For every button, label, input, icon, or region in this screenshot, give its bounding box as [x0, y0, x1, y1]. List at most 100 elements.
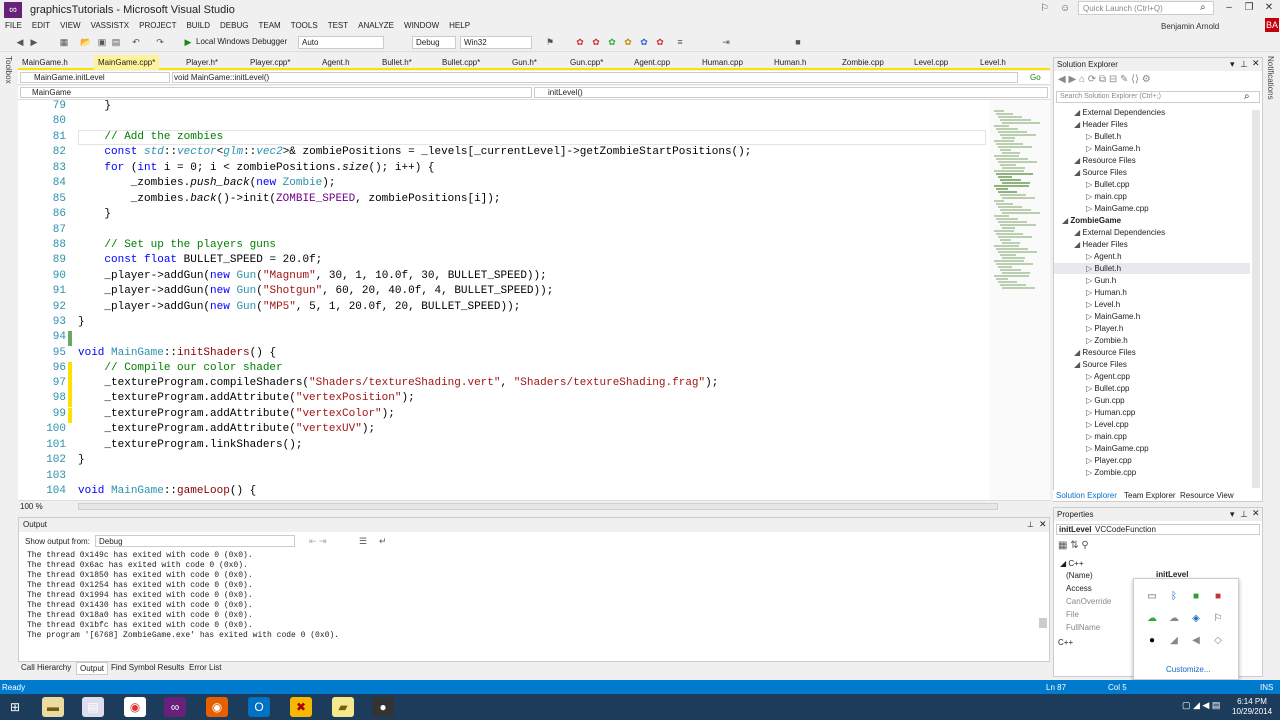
visual-studio-icon[interactable]: ∞ [164, 697, 186, 717]
solution-tree-item[interactable]: ▷ Level.h [1086, 300, 1120, 309]
user-avatar[interactable]: BA [1265, 18, 1279, 32]
solution-search-input[interactable]: Search Solution Explorer (Ctrl+;) [1056, 91, 1260, 103]
tab-gun-h-[interactable]: Gun.h* [508, 55, 541, 70]
member-dropdown[interactable] [534, 87, 1048, 98]
solution-tree-item[interactable]: ▷ Bullet.h [1086, 264, 1121, 273]
solution-config-auto[interactable]: Auto [298, 36, 384, 49]
object-select[interactable]: initLevel VCCodeFunction [1056, 524, 1260, 535]
clock[interactable]: 6:14 PM 10/29/2014 [1232, 697, 1272, 717]
minimize-button[interactable]: – [1222, 2, 1236, 14]
expand-chevron-icon[interactable]: ▷ [1086, 372, 1094, 381]
dropbox-icon[interactable]: ◈ [1190, 613, 1202, 625]
solution-tree-item[interactable]: ▷ Human.h [1086, 288, 1127, 297]
solution-tree-item[interactable]: ▷ Gun.h [1086, 276, 1116, 285]
tab-gun-cpp-[interactable]: Gun.cpp* [566, 55, 607, 70]
find-references-icon[interactable]: ✿ [622, 36, 634, 48]
close-panel-icon[interactable]: ✕ [1252, 508, 1260, 519]
property-row-label[interactable]: Access [1066, 584, 1092, 593]
bottom-tab-output[interactable]: Output [76, 662, 109, 675]
feedback-icon[interactable]: ☺ [1060, 3, 1070, 14]
solution-tree-item[interactable]: ▷ MainGame.cpp [1086, 204, 1149, 213]
firefox-icon[interactable]: ◉ [206, 697, 228, 717]
solution-tree-item[interactable]: ◢ External Dependencies [1074, 228, 1165, 237]
tab-maingame-h[interactable]: MainGame.h [18, 55, 72, 70]
solution-tree-item[interactable]: ◢ Source Files [1074, 168, 1127, 177]
close-button[interactable]: ✕ [1262, 2, 1276, 14]
chrome-icon[interactable]: ◉ [124, 697, 146, 717]
solution-tree-item[interactable]: ▷ Bullet.h [1086, 132, 1121, 141]
new-project-icon[interactable]: ▦ [58, 36, 70, 48]
solution-tree-item[interactable]: ▷ Agent.cpp [1086, 372, 1130, 381]
game-maker-icon[interactable]: ✖ [290, 697, 312, 717]
bottom-tab-error-list[interactable]: Error List [186, 662, 224, 673]
restore-button[interactable]: ❐ [1242, 2, 1256, 14]
spell-check-icon[interactable]: ✿ [606, 36, 618, 48]
outlook-icon[interactable]: O [248, 697, 270, 717]
bottom-tab-call-hierarchy[interactable]: Call Hierarchy [18, 662, 74, 673]
undo-icon[interactable]: ↶ [130, 36, 142, 48]
tab-level-h[interactable]: Level.h [976, 55, 1010, 70]
start-button-icon[interactable]: ⊞ [4, 697, 26, 717]
nvidia-icon[interactable]: ■ [1190, 591, 1202, 603]
tab-bullet-h-[interactable]: Bullet.h* [378, 55, 416, 70]
solution-tree-item[interactable]: ◢ Resource Files [1074, 156, 1136, 165]
display-icon[interactable]: ▭ [1146, 591, 1158, 603]
menu-project[interactable]: PROJECT [134, 20, 181, 32]
solution-tree-item[interactable]: ▷ Zombie.h [1086, 336, 1128, 345]
property-row-label[interactable]: CanOverride [1066, 597, 1111, 606]
solution-tree-item[interactable]: ◢ Source Files [1074, 360, 1127, 369]
redo-icon[interactable]: ↷ [154, 36, 166, 48]
word-wrap-icon[interactable]: ↵ [379, 536, 387, 547]
bookmark-icon[interactable]: ⚑ [544, 36, 556, 48]
menu-debug[interactable]: DEBUG [215, 20, 253, 32]
solution-tree-item[interactable]: ▷ main.cpp [1086, 192, 1127, 201]
toolbox-tab[interactable]: Toolbox [4, 56, 13, 84]
solution-tree-item[interactable]: ▷ main.cpp [1086, 432, 1127, 441]
solution-tree-item[interactable]: ▷ Bullet.cpp [1086, 180, 1130, 189]
property-row-label[interactable]: (Name) [1066, 571, 1093, 580]
cloud-icon[interactable]: ☁ [1168, 613, 1180, 625]
categorized-icon[interactable]: ▦ ⇅ ⚲ [1058, 540, 1089, 551]
notification-flag-icon[interactable]: ⚐ [1040, 3, 1049, 14]
solution-tree-item[interactable]: ▷ Player.cpp [1086, 456, 1132, 465]
solution-tab-solution-explorer[interactable]: Solution Explorer [1053, 490, 1120, 501]
tab-bullet-cpp-[interactable]: Bullet.cpp* [438, 55, 484, 70]
bottom-tab-find-symbol-results[interactable]: Find Symbol Results [108, 662, 187, 673]
solution-tree-item[interactable]: ◢ Header Files [1074, 240, 1128, 249]
output-source-select[interactable]: Debug [95, 535, 295, 547]
customize-link[interactable]: Customize... [1166, 665, 1210, 674]
solution-tree-item[interactable]: ▷ MainGame.cpp [1086, 444, 1149, 453]
obs-icon[interactable]: ● [1146, 635, 1158, 647]
system-tray-icons[interactable]: ▢ ◢ ◀ ▤ [1182, 700, 1220, 711]
solution-tree-item[interactable]: ◢ External Dependencies [1074, 108, 1165, 117]
solution-tree-item[interactable]: ◢ Header Files [1074, 120, 1128, 129]
solution-tree-item[interactable]: ▷ Gun.cpp [1086, 396, 1125, 405]
menu-vassistx[interactable]: VASSISTX [86, 20, 135, 32]
property-row-label[interactable]: File [1066, 610, 1079, 619]
class-dropdown[interactable] [20, 87, 532, 98]
quick-launch-input[interactable]: Quick Launch (Ctrl+Q) [1078, 1, 1214, 15]
menu-test[interactable]: TEST [323, 20, 353, 32]
tab-maingame-cpp-[interactable]: MainGame.cpp* [94, 55, 160, 70]
zoom-level[interactable]: 100 % [20, 502, 43, 511]
bookmark-toggle-icon[interactable]: ■ [792, 36, 804, 48]
pin-icon[interactable]: ⊥ [1240, 509, 1248, 520]
volume-icon[interactable]: ◀ [1190, 635, 1202, 647]
function-dropdown[interactable] [172, 72, 1018, 83]
file-explorer-icon[interactable]: ▬ [42, 697, 64, 717]
action-center-icon[interactable]: ◇ [1212, 635, 1224, 647]
debugger-label[interactable]: Local Windows Debugger [196, 37, 287, 46]
notepad-icon[interactable]: ▤ [82, 697, 104, 717]
solution-tree-item[interactable]: ◢ ZombieGame [1062, 216, 1121, 225]
tab-player-cpp-[interactable]: Player.cpp* [246, 55, 294, 70]
dropdown-icon[interactable]: ▾ [1230, 59, 1235, 70]
tab-human-h[interactable]: Human.h [770, 55, 810, 70]
menu-window[interactable]: WINDOW [399, 20, 444, 32]
open-file-icon[interactable]: 📂 [80, 36, 92, 48]
back-icon[interactable]: ◀ [14, 36, 26, 48]
code-editor[interactable]: 79 80 81 82 83 84 85 86 87 88 89 90 91 92 93 94 95 96 97 98… [18, 100, 990, 500]
menu-file[interactable]: FILE [0, 20, 27, 32]
tab-agent-h[interactable]: Agent.h [318, 55, 354, 70]
tab-human-cpp[interactable]: Human.cpp [698, 55, 747, 70]
pin-icon[interactable]: ⊥ [1240, 59, 1248, 70]
